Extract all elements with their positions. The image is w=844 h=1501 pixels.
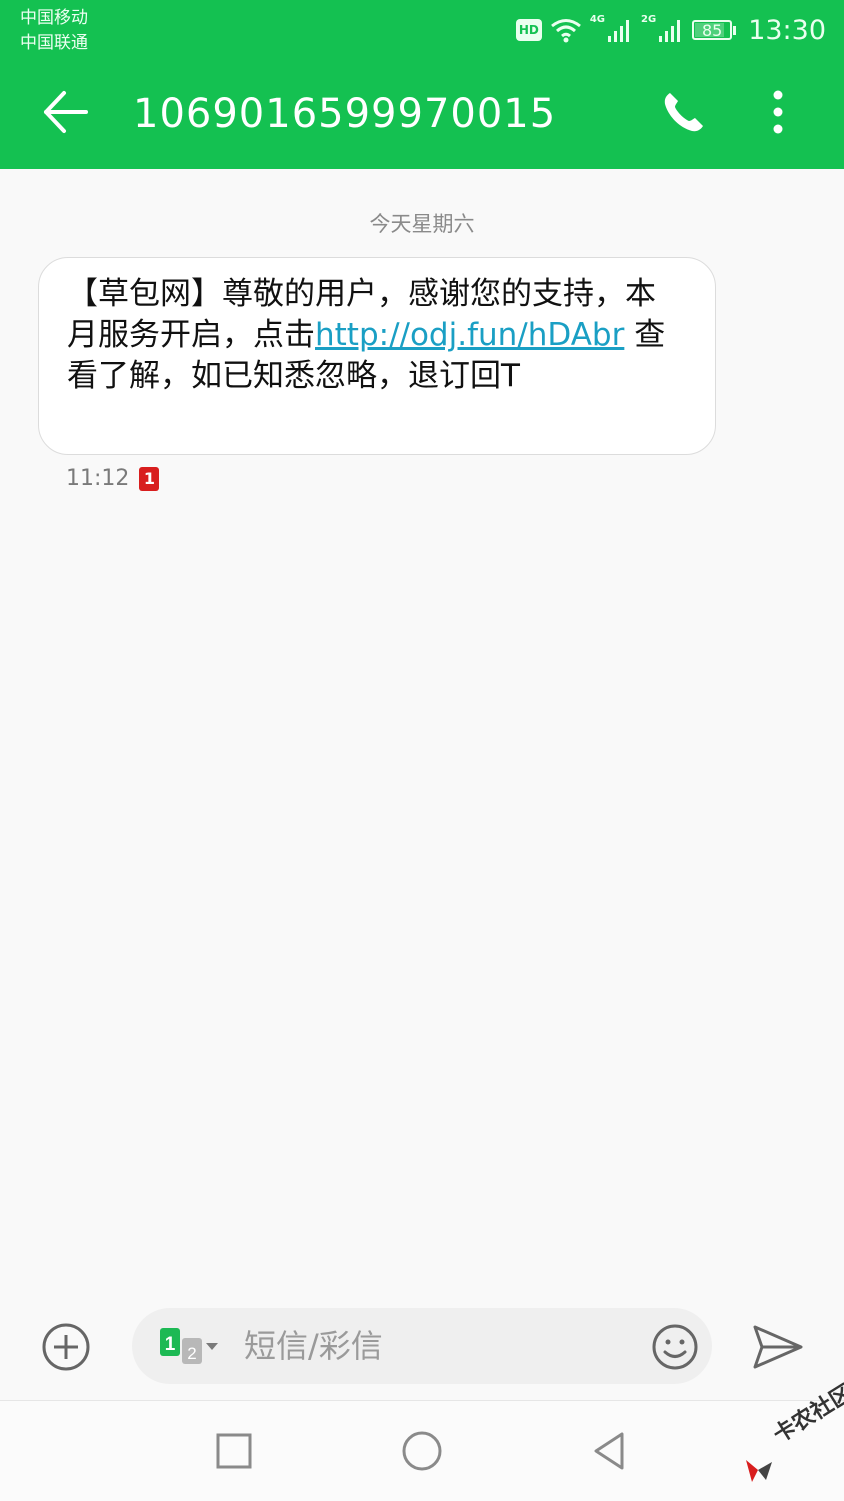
network-type-1: 4G bbox=[589, 14, 606, 25]
message-time: 11:12 bbox=[66, 466, 130, 491]
navigation-bar bbox=[0, 1400, 844, 1501]
app-header: 中国移动 中国联通 HD 4G 2G 85 13:30 106901659997… bbox=[0, 0, 844, 169]
phone-icon[interactable] bbox=[660, 88, 708, 136]
more-vertical-icon[interactable] bbox=[760, 88, 796, 136]
date-separator: 今天星期六 bbox=[369, 212, 475, 236]
composer: 1 2 短信/彩信 bbox=[0, 1304, 844, 1390]
battery-icon: 85 bbox=[692, 20, 737, 40]
add-circle-icon[interactable] bbox=[40, 1321, 92, 1373]
emoji-icon[interactable] bbox=[650, 1322, 700, 1372]
message-input[interactable]: 1 2 短信/彩信 bbox=[132, 1308, 712, 1384]
network-type-2: 2G bbox=[641, 14, 657, 25]
message-link[interactable]: http://odj.fun/hDAbr bbox=[315, 317, 624, 353]
watermark: 卡农社区 bbox=[740, 1380, 844, 1488]
back-arrow-icon[interactable] bbox=[40, 88, 92, 136]
hd-icon: HD bbox=[515, 19, 542, 41]
carrier-1: 中国移动 bbox=[20, 8, 88, 28]
back-icon[interactable] bbox=[588, 1429, 632, 1473]
carrier-2: 中国联通 bbox=[20, 33, 88, 53]
message-meta: 11:12 1 bbox=[66, 466, 160, 491]
signal-icon-2 bbox=[659, 20, 681, 42]
wifi-icon bbox=[550, 19, 581, 43]
message-bubble: 【草包网】尊敬的用户，感谢您的支持，本月服务开启，点击http://odj.fu… bbox=[38, 257, 716, 455]
sim-secondary-label: 2 bbox=[187, 1344, 196, 1363]
sim-select-icon[interactable]: 1 2 bbox=[160, 1326, 220, 1366]
signal-icon-1 bbox=[608, 20, 630, 42]
battery-level: 85 bbox=[702, 20, 723, 40]
send-icon[interactable] bbox=[750, 1321, 806, 1373]
watermark-logo-icon bbox=[746, 1460, 772, 1482]
home-icon[interactable] bbox=[400, 1429, 444, 1473]
carrier-names: 中国移动 中国联通 bbox=[20, 6, 88, 56]
message-text: 【草包网】尊敬的用户，感谢您的支持，本月服务开启，点击http://odj.fu… bbox=[67, 274, 677, 397]
status-time: 13:30 bbox=[748, 14, 826, 46]
status-icons: HD 4G 2G 85 13:30 bbox=[515, 12, 826, 48]
sim-primary-label: 1 bbox=[165, 1334, 176, 1355]
contact-number: 1069016599970015 bbox=[133, 91, 557, 137]
input-placeholder: 短信/彩信 bbox=[244, 1327, 383, 1365]
recent-apps-icon[interactable] bbox=[212, 1429, 256, 1473]
sim-badge-icon: 1 bbox=[139, 466, 160, 491]
